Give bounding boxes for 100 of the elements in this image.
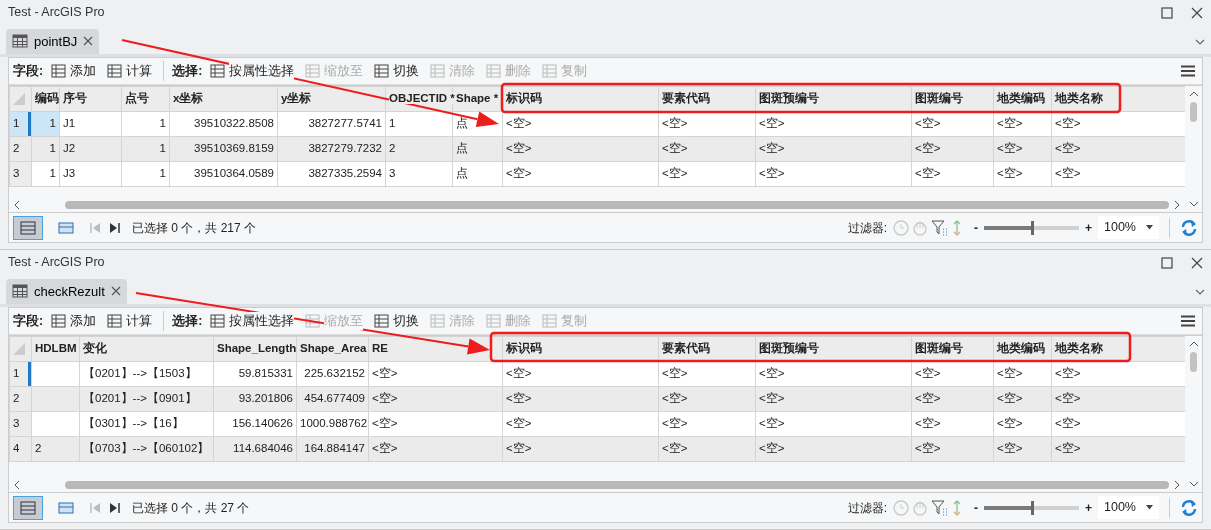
menu-icon[interactable] <box>1181 65 1195 77</box>
table-icon <box>12 33 28 50</box>
column-header[interactable]: 序号 <box>59 86 122 112</box>
selection-status: 已选择 0 个，共 217 个 <box>132 219 257 237</box>
view-tab[interactable]: checkRezult <box>6 278 127 304</box>
table-cell: <空> <box>1051 386 1185 412</box>
table-cell: <空> <box>368 361 503 387</box>
scrollbar-thumb[interactable] <box>1190 102 1197 122</box>
caret-icon <box>1146 225 1153 230</box>
column-header[interactable]: 地类名称 <box>1051 336 1185 362</box>
close-icon[interactable] <box>83 36 94 47</box>
scroll-up-icon[interactable] <box>1188 340 1199 348</box>
refresh-icon[interactable] <box>1180 498 1198 517</box>
zoom-dropdown[interactable]: 100% <box>1098 216 1159 239</box>
column-header[interactable]: 地类编码 <box>993 86 1052 112</box>
column-header[interactable]: 图斑预编号 <box>755 86 912 112</box>
slider-thumb[interactable] <box>1031 500 1035 515</box>
zoom-in-button[interactable]: + <box>1085 218 1092 237</box>
close-icon[interactable] <box>1191 6 1203 19</box>
column-header[interactable]: Shape_Length <box>213 336 297 362</box>
last-record-icon[interactable] <box>109 501 121 514</box>
column-header[interactable]: 图斑预编号 <box>755 336 912 362</box>
selection-status: 已选择 0 个，共 27 个 <box>132 499 250 517</box>
filter-icon[interactable] <box>931 219 949 236</box>
table-cell: 1 <box>385 111 453 137</box>
table-cell: <空> <box>993 361 1052 387</box>
column-header[interactable]: 图斑编号 <box>911 336 994 362</box>
scrollbar-thumb[interactable] <box>65 200 1169 209</box>
table-cell: <空> <box>755 361 912 387</box>
table-cell: 1000.988762 <box>296 411 369 437</box>
column-header[interactable]: Shape_Area <box>296 336 369 362</box>
column-header[interactable]: 标识码 <box>502 336 659 362</box>
column-header[interactable]: 要素代码 <box>658 86 756 112</box>
row-number[interactable]: 3 <box>9 161 32 187</box>
table-cell: <空> <box>911 136 994 162</box>
table-cell: <空> <box>658 436 756 462</box>
table-cell: <空> <box>502 361 659 387</box>
column-header[interactable]: 编码 <box>31 86 60 112</box>
table-cell: <空> <box>368 436 503 462</box>
row-number[interactable]: 2 <box>9 136 32 162</box>
row-number[interactable]: 2 <box>9 386 32 412</box>
column-header[interactable]: x坐标 <box>169 86 278 112</box>
table-cell: 39510364.0589 <box>169 161 278 187</box>
scroll-down-icon[interactable] <box>1188 200 1199 208</box>
row-number[interactable]: 3 <box>9 411 32 437</box>
scrollbar-thumb[interactable] <box>1190 352 1197 372</box>
table-cell: <空> <box>755 161 912 187</box>
table-cell: <空> <box>658 111 756 137</box>
maximize-icon[interactable] <box>1161 6 1173 19</box>
window-title: Test - ArcGIS Pro <box>8 254 105 272</box>
zoom-dropdown[interactable]: 100% <box>1098 496 1159 519</box>
close-icon[interactable] <box>110 286 121 297</box>
column-header[interactable]: 标识码 <box>502 86 659 112</box>
table-cell: <空> <box>755 136 912 162</box>
table-cell: <空> <box>502 111 659 137</box>
close-icon[interactable] <box>1191 256 1203 269</box>
column-header[interactable]: 点号 <box>121 86 170 112</box>
column-header[interactable]: OBJECTID * <box>385 86 453 112</box>
column-header[interactable]: 地类名称 <box>1051 86 1185 112</box>
zoom-out-button[interactable]: - <box>974 498 978 517</box>
refresh-icon[interactable] <box>1180 218 1198 237</box>
menu-icon[interactable] <box>1181 315 1195 327</box>
scroll-left-icon[interactable] <box>13 479 21 490</box>
table-cell: 【0301】-->【16】 <box>79 411 214 437</box>
table-cell: 【0703】-->【060102】 <box>79 436 214 462</box>
table-cell <box>31 361 80 387</box>
column-header[interactable]: 变化 <box>79 336 214 362</box>
maximize-icon[interactable] <box>1161 256 1173 269</box>
scroll-right-icon[interactable] <box>1173 199 1181 210</box>
chevron-down-icon[interactable] <box>1195 287 1205 296</box>
filter-icon[interactable] <box>931 499 949 516</box>
row-number[interactable]: 1 <box>9 361 32 387</box>
table-cell: 【0201】-->【0901】 <box>79 386 214 412</box>
scroll-left-icon[interactable] <box>13 199 21 210</box>
zoom-out-button[interactable]: - <box>974 218 978 237</box>
table-cell: <空> <box>502 161 659 187</box>
table-cell: <空> <box>755 436 912 462</box>
column-header[interactable]: 要素代码 <box>658 336 756 362</box>
scrollbar-thumb[interactable] <box>65 480 1169 489</box>
table-icon <box>12 283 28 300</box>
last-record-icon[interactable] <box>109 221 121 234</box>
row-number[interactable]: 4 <box>9 436 32 462</box>
view-tab[interactable]: pointBJ <box>6 28 100 54</box>
table-view-icon <box>20 221 36 236</box>
zoom-in-button[interactable]: + <box>1085 498 1092 517</box>
chevron-down-icon[interactable] <box>1195 37 1205 46</box>
table-cell: <空> <box>911 361 994 387</box>
slider-thumb[interactable] <box>1031 220 1035 235</box>
table-cell: 114.684046 <box>213 436 297 462</box>
table-view-button[interactable] <box>13 495 43 520</box>
table-cell: 【0201】-->【1503】 <box>79 361 214 387</box>
scroll-right-icon[interactable] <box>1173 479 1181 490</box>
scroll-up-icon[interactable] <box>1188 90 1199 98</box>
table-cell: 3827335.2594 <box>277 161 386 187</box>
table-view-button[interactable] <box>13 215 43 240</box>
column-header[interactable]: y坐标 <box>277 86 386 112</box>
row-number[interactable]: 1 <box>9 111 32 137</box>
column-header[interactable]: HDLBM <box>31 336 80 362</box>
scroll-down-icon[interactable] <box>1188 480 1199 488</box>
column-header[interactable]: 图斑编号 <box>911 86 994 112</box>
